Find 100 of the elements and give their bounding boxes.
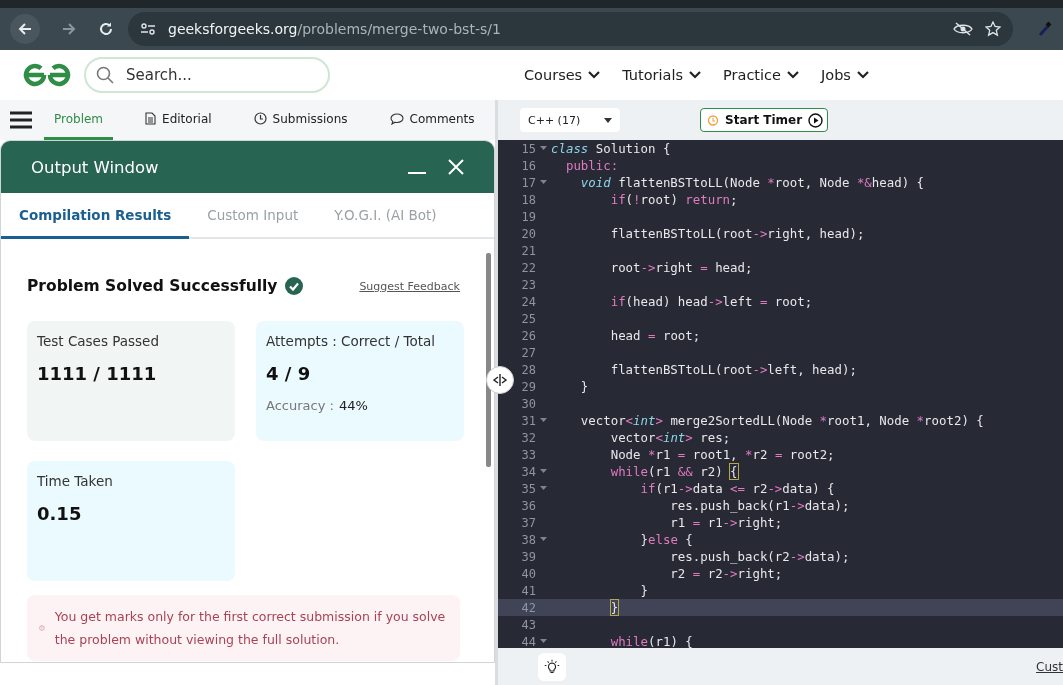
line-number: 24 [520,294,536,309]
line-number: 41 [520,583,536,598]
code-line: root->right = head; [609,260,753,275]
back-arrow-icon [17,21,33,37]
scrollbar[interactable] [486,253,491,467]
url-path: /problems/merge-two-bst-s/1 [297,21,501,37]
eye-slash-icon[interactable] [953,22,973,36]
code-line: head = root; [609,328,701,343]
language-select[interactable]: C++ (17) [520,108,620,132]
code-line: r1 = r1->right; [669,515,783,530]
code-line: while(r1 && r2) { [609,464,738,479]
line-number: 37 [520,515,536,530]
forward-arrow-icon [61,21,77,37]
address-bar[interactable]: geeksforgeeks.org/problems/merge-two-bst-s/1 [128,12,1013,46]
code-line: }else { [639,532,693,547]
code-line: Node *r1 = root1, *r2 = root2; [609,447,835,462]
accuracy-label: Accuracy : [266,398,334,413]
hint-button[interactable] [538,652,566,681]
nav-menu[interactable]: Tutorials [622,67,702,83]
back-button[interactable] [10,14,40,44]
custom-link[interactable]: Cust [1036,659,1063,674]
stat-label: Attempts : Correct / Total [266,333,436,349]
stat-value: 4 / 9 [266,363,312,384]
code-line: } [579,379,589,394]
fold-caret-icon[interactable] [540,418,547,423]
menu-icon[interactable] [10,111,32,129]
chevron-down-icon [588,71,601,79]
chevron-down-icon [856,71,869,79]
stat-value: 0.15 [37,503,83,524]
fold-caret-icon[interactable] [540,146,547,151]
line-number: 20 [520,226,536,241]
reload-icon[interactable] [98,21,114,37]
line-number: 35 [520,481,536,496]
line-number: 29 [520,379,536,394]
nav-menu[interactable]: Jobs [821,67,869,83]
code-line: } [639,583,648,598]
line-number: 26 [520,328,536,343]
line-number: 32 [520,430,536,445]
fold-caret-icon[interactable] [540,469,547,474]
line-number: 36 [520,498,536,513]
line-number: 16 [520,158,536,173]
fold-caret-icon[interactable] [540,180,547,185]
problem-tab[interactable]: Submissions [243,100,358,140]
code-editor[interactable] [498,140,1063,648]
code-line: res.push_back(r1->data); [669,498,850,513]
line-number: 33 [520,447,536,462]
site-settings-icon[interactable] [140,22,156,36]
chevron-down-icon [787,71,799,79]
code-line: vector<int> merge2SortedLL(Node *root1, Node *root2) { [579,413,984,428]
line-number: 28 [520,362,536,377]
code-line: if(!root) return; [609,192,738,207]
suggest-feedback-link[interactable]: Suggest Feedback [359,279,460,293]
output-tab[interactable]: Compilation Results [1,193,190,239]
search-icon [96,66,114,84]
code-line: void flattenBSTtoLL(Node *root, Node *&head) { [579,175,925,190]
status-text: Problem Solved Successfully [27,277,278,295]
line-number: 17 [520,175,536,190]
fold-caret-icon[interactable] [540,537,547,542]
code-line: if(r1->data <= r2->data) { [639,481,835,496]
line-number: 42 [520,600,536,615]
start-timer-button[interactable]: Start Timer [700,108,829,132]
star-icon[interactable] [985,21,1001,37]
chat-bubble-icon [389,112,404,125]
stat-label: Time Taken [37,473,114,489]
nav-menu[interactable]: Courses [524,67,601,83]
line-number: 18 [520,192,536,207]
line-number: 21 [520,243,536,258]
line-number: 15 [520,141,536,156]
accuracy-value: 44% [338,398,368,413]
fold-caret-icon[interactable] [540,639,547,644]
caret-icon [604,117,612,123]
search-box[interactable]: Search... [84,57,330,93]
close-icon[interactable] [448,159,464,175]
problem-tab[interactable]: Comments [379,100,485,140]
line-number: 43 [520,617,536,632]
code-line: flattenBSTtoLL(root->right, head); [609,226,865,241]
stat-value: 1111 / 1111 [37,363,158,384]
line-number: 40 [520,566,536,581]
code-line: vector<int> res; [609,430,731,445]
line-number: 44 [520,634,536,648]
window-title: Output Window [31,157,160,177]
fold-caret-icon[interactable] [540,486,547,491]
line-number: 30 [520,396,536,411]
line-number: 27 [520,345,536,360]
play-circle-icon [808,112,824,128]
document-icon [145,112,157,125]
code-line: r2 = r2->right; [669,566,783,581]
search-field[interactable]: Search... [124,65,304,85]
problem-tab[interactable]: Editorial [135,100,222,140]
info-icon [39,623,45,633]
line-number: 25 [520,311,536,326]
logo[interactable] [22,61,72,89]
url-host: geeksforgeeks.org [168,21,298,37]
code-line: class Solution { [551,141,671,156]
code-line: } [609,599,620,616]
code-line: public: [564,158,619,173]
split-arrows-icon [493,374,507,386]
line-number: 22 [520,260,536,275]
line-number: 34 [520,464,536,479]
nav-menu[interactable]: Practice [723,67,799,83]
